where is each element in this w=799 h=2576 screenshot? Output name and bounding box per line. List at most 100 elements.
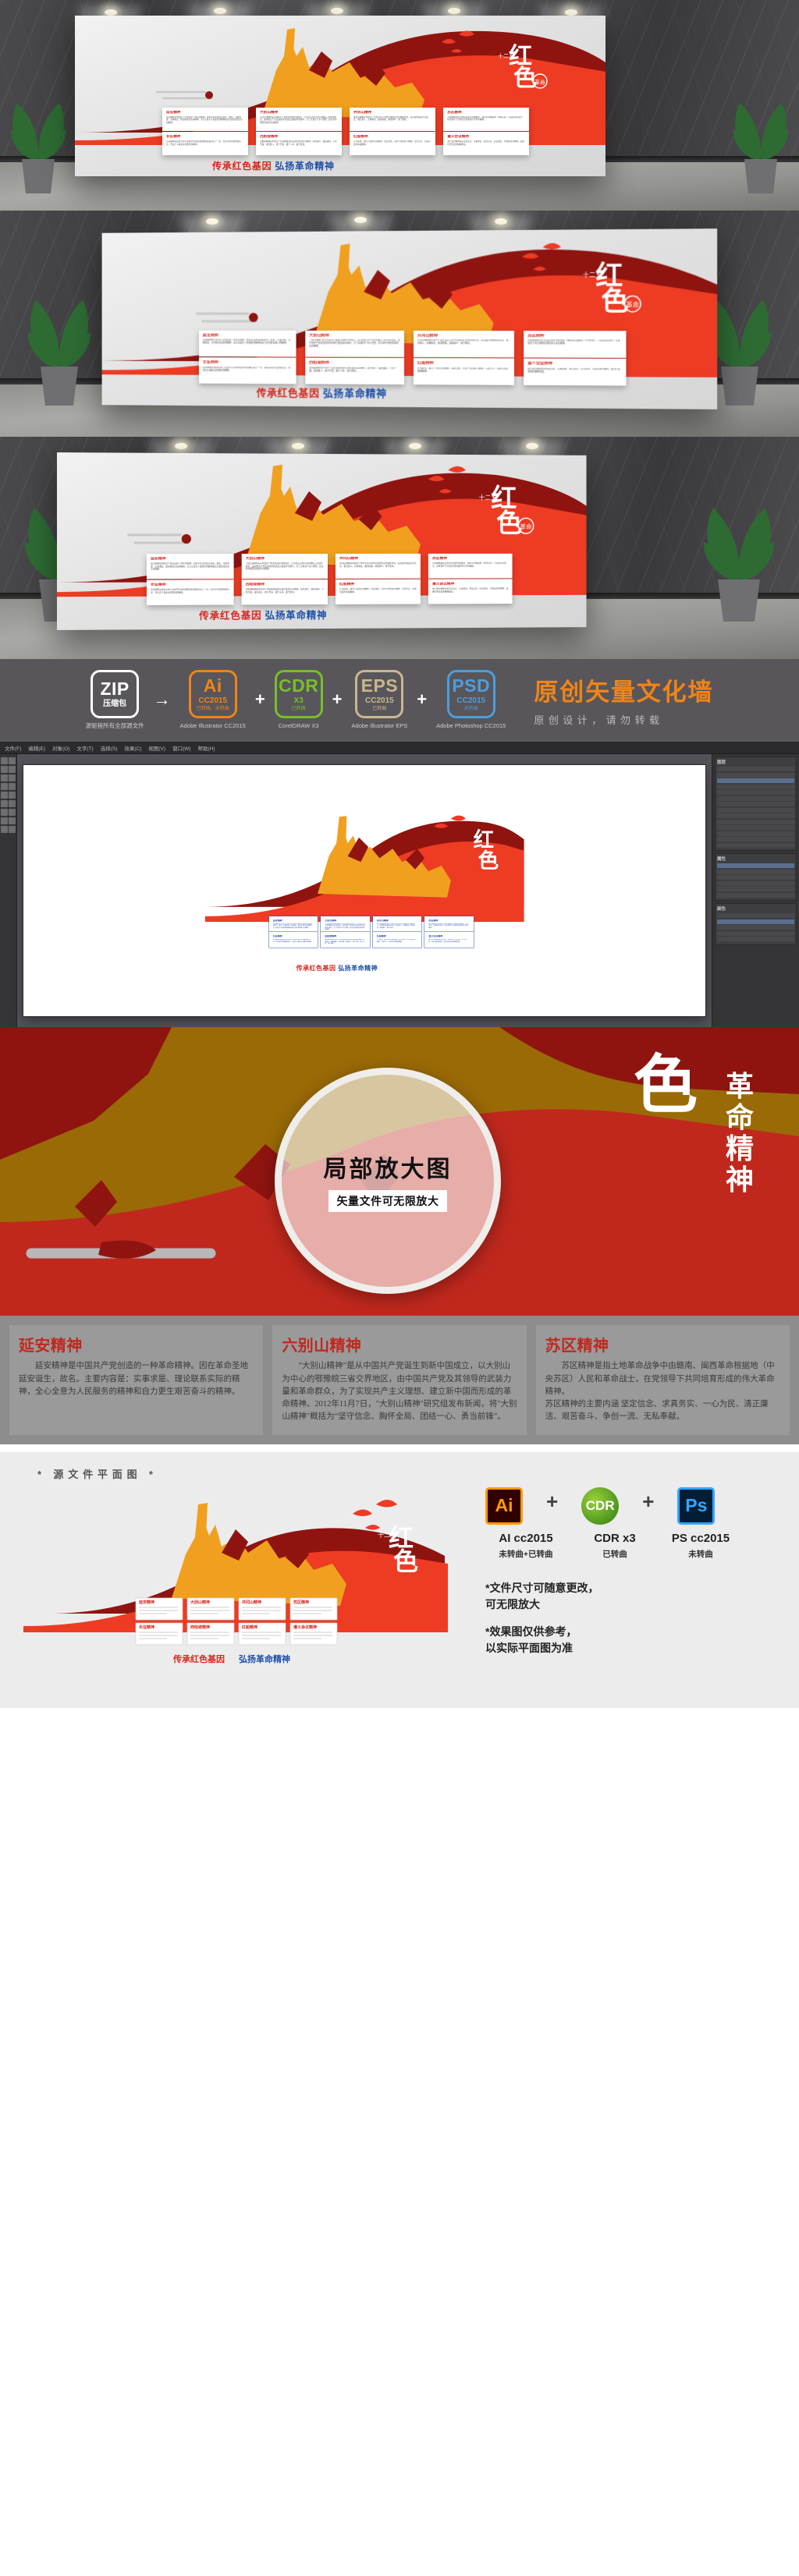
menu-item[interactable]: 编辑(E)	[28, 744, 45, 752]
info-card-body: 长征精神就是把全国人民和中华民族的根本利益看得高于一切，坚定革命的理想和信念，坚…	[202, 366, 291, 372]
tool-icon[interactable]	[0, 809, 8, 817]
property-row[interactable]	[717, 881, 794, 886]
layer-row[interactable]	[717, 831, 794, 836]
property-row[interactable]	[717, 863, 794, 869]
info-card[interactable]: 苏区精神 苏区精神是指土地革命战争中由赣南、闽西革命根据地（中央苏区）人民和革命战…	[424, 916, 474, 932]
format-badge-zip[interactable]: ZIP 压缩包 源驱程所有全部源文件	[86, 670, 144, 729]
info-card[interactable]: 延安精神 延安精神是中国共产党创造的一种革命精神。因在革命圣地延安诞生，故名。主要…	[146, 554, 234, 579]
info-card[interactable]: 大别山精神 “大别山精神”是从中国共产党诞生到新中国成立，以大别山为中心的鄂豫皖三…	[256, 108, 342, 131]
tool-icon[interactable]	[9, 826, 16, 834]
tool-icon[interactable]	[0, 774, 8, 782]
layer-row[interactable]	[717, 802, 794, 807]
tool-icon[interactable]	[9, 757, 16, 765]
palette-panel[interactable]: 图层 属性 颜色	[712, 754, 799, 1028]
info-card[interactable]: 红船精神 开天辟地、敢为人先的首创精神，坚定理想、百折不挠的奋斗精神，立党为公、忠…	[413, 358, 514, 386]
format-version: CC2015	[456, 696, 486, 705]
menu-item[interactable]: 选择(S)	[101, 744, 118, 752]
info-card[interactable]: 大别山精神 “大别山精神”是从中国共产党诞生到新中国成立，以大别山为中心的鄂豫皖三…	[305, 330, 404, 358]
menu-item[interactable]: 效果(C)	[124, 744, 141, 752]
layer-row[interactable]	[717, 790, 794, 795]
tool-icon[interactable]	[9, 792, 16, 799]
color-palette[interactable]: 颜色	[715, 903, 797, 945]
layer-row[interactable]	[717, 837, 794, 842]
layer-row[interactable]	[717, 813, 794, 819]
tool-icon[interactable]	[0, 792, 8, 799]
info-card[interactable]: 西柏坡精神 西柏坡精神是中国共产党在解放战争后期形成的革命精神，其内涵为：谦虚谨慎…	[321, 932, 370, 948]
info-card[interactable]: 延安精神 延安精神是中国共产党创造的一种革命精神。因在革命圣地延安诞生，故名。主要…	[162, 108, 248, 131]
layer-row[interactable]	[717, 784, 794, 789]
property-row[interactable]	[717, 887, 794, 892]
info-card[interactable]: 井冈山精神 井冈山精神是中国共产党在革命斗争中形成的优良传统和作风，其主要内涵是坚…	[350, 108, 435, 131]
menu-item[interactable]: 帮助(H)	[198, 744, 215, 752]
layer-row[interactable]	[717, 778, 794, 784]
info-card[interactable]: 西柏坡精神 西柏坡精神是中国共产党在解放战争后期形成的革命精神，其内涵为：谦虚谨慎…	[305, 358, 404, 385]
property-row[interactable]	[717, 869, 794, 874]
info-card[interactable]: 延安精神 延安精神是中国共产党创造的一种革命精神。因在革命圣地延安诞生，故名。主要…	[268, 916, 318, 932]
layer-row[interactable]	[717, 772, 794, 778]
footer-section: * 源文件平面图 * 红 色 十二五 延安精神 大别山精神 井冈山精神 苏区精神…	[0, 1451, 799, 1708]
properties-palette[interactable]: 属性	[715, 853, 797, 902]
layer-row[interactable]	[717, 825, 794, 831]
info-card[interactable]: 大别山精神 “大别山精神”是从中国共产党诞生到新中国成立，以大别山为中心的鄂豫皖三…	[321, 916, 370, 932]
tool-icon[interactable]	[0, 783, 8, 791]
info-card[interactable]: 长征精神 长征精神就是把全国人民和中华民族的根本利益看得高于一切，坚定革命的理想和…	[199, 357, 297, 384]
info-card[interactable]: 大别山精神 “大别山精神”是从中国共产党诞生到新中国成立，以大别山为中心的鄂豫皖三…	[241, 553, 328, 579]
layer-row[interactable]	[717, 767, 794, 772]
color-row[interactable]	[717, 937, 794, 942]
menu-item[interactable]: 视图(V)	[148, 744, 165, 752]
info-card[interactable]: 井冈山精神 井冈山精神是中国共产党在革命斗争中形成的优良传统和作风，其主要内涵是坚…	[336, 553, 421, 579]
info-card[interactable]: 红船精神 开天辟地、敢为人先的首创精神，坚定理想、百折不挠的奋斗精神，立党为公、忠…	[372, 932, 422, 948]
info-card[interactable]: 井冈山精神 井冈山精神是中国共产党在革命斗争中形成的优良传统和作风，其主要内涵是坚…	[372, 916, 422, 932]
layer-row[interactable]	[717, 795, 794, 801]
layers-palette[interactable]: 图层	[715, 757, 797, 852]
tool-icon[interactable]	[9, 800, 16, 808]
tool-icon[interactable]	[0, 757, 8, 765]
tool-icon[interactable]	[9, 783, 16, 791]
color-row[interactable]	[717, 930, 794, 936]
format-badge-psd[interactable]: PSD CC2015 未转曲 Adobe Photoshop CC2015	[436, 670, 506, 729]
info-card[interactable]: 遵义会议精神 遵义会议精神就是坚定信念、实事求是、独立自主、民主团结、务求必胜的精…	[524, 358, 627, 387]
layer-row[interactable]	[717, 807, 794, 813]
format-badge-ai[interactable]: Ai CC2015 已转曲、未转曲 Adobe Illustrator CC20…	[180, 670, 246, 729]
property-row[interactable]	[717, 875, 794, 881]
info-card[interactable]: 遵义会议精神 遵义会议精神就是坚定信念、实事求是、独立自主、民主团结、务求必胜的精…	[428, 579, 513, 604]
tool-icon[interactable]	[9, 817, 16, 825]
info-card[interactable]: 西柏坡精神 西柏坡精神是中国共产党在解放战争后期形成的革命精神，其内涵为：谦虚谨慎…	[256, 132, 342, 156]
property-row[interactable]	[717, 892, 794, 898]
color-row[interactable]	[717, 919, 794, 924]
color-row[interactable]	[717, 913, 794, 919]
tool-icon[interactable]	[9, 809, 16, 817]
info-card[interactable]: 西柏坡精神 西柏坡精神是中国共产党在解放战争后期形成的革命精神，其内涵为：谦虚谨慎…	[241, 579, 328, 605]
canvas-area[interactable]: 红 色 延安精神 延安精神是中国共产党创造的一种革命精神。因在革命圣地延安诞生，故…	[17, 754, 712, 1028]
tool-icon[interactable]	[0, 800, 8, 808]
tool-icon[interactable]	[0, 826, 8, 834]
format-badge-eps[interactable]: EPS CC2015 已转曲 Adobe Illustrator EPS	[352, 670, 407, 729]
layer-row[interactable]	[717, 842, 794, 848]
info-card[interactable]: 苏区精神 苏区精神是指土地革命战争中由赣南、闽西革命根据地（中央苏区）人民和革命战…	[524, 331, 627, 358]
info-card[interactable]: 遵义会议精神 遵义会议精神就是坚定信念、实事求是、独立自主、民主团结、务求必胜的精…	[424, 932, 474, 948]
tool-icon[interactable]	[0, 817, 8, 825]
info-card[interactable]: 苏区精神 苏区精神是指土地革命战争中由赣南、闽西革命根据地（中央苏区）人民和革命战…	[443, 108, 529, 131]
menu-item[interactable]: 对象(O)	[52, 744, 69, 752]
info-card[interactable]: 长征精神 长征精神就是把全国人民和中华民族的根本利益看得高于一切，坚定革命的理想和…	[162, 132, 248, 156]
artboard[interactable]: 红 色 延安精神 延安精神是中国共产党创造的一种革命精神。因在革命圣地延安诞生，故…	[23, 765, 705, 1017]
menu-item[interactable]: 文件(F)	[5, 744, 21, 752]
info-card[interactable]: 遵义会议精神 遵义会议精神就是坚定信念、实事求是、独立自主、民主团结、务求必胜的精…	[443, 132, 529, 156]
info-card[interactable]: 红船精神 开天辟地、敢为人先的首创精神，坚定理想、百折不挠的奋斗精神，立党为公、忠…	[336, 579, 421, 605]
info-card[interactable]: 延安精神 延安精神是中国共产党创造的一种革命精神。因在革命圣地延安诞生，故名。主要…	[199, 330, 297, 357]
layer-row[interactable]	[717, 819, 794, 824]
format-version: 压缩包	[103, 700, 127, 708]
info-card[interactable]: 苏区精神 苏区精神是指土地革命战争中由赣南、闽西革命根据地（中央苏区）人民和革命战…	[428, 553, 513, 579]
tool-icon[interactable]	[0, 766, 8, 774]
tool-panel[interactable]	[0, 754, 17, 1028]
info-card[interactable]: 长征精神 长征精神就是把全国人民和中华民族的根本利益看得高于一切，坚定革命的理想和…	[146, 579, 234, 606]
menu-item[interactable]: 文字(T)	[76, 744, 93, 752]
tool-icon[interactable]	[9, 774, 16, 782]
info-card[interactable]: 井冈山精神 井冈山精神是中国共产党在革命斗争中形成的优良传统和作风，其主要内涵是坚…	[413, 331, 514, 358]
color-row[interactable]	[717, 925, 794, 930]
info-card[interactable]: 红船精神 开天辟地、敢为人先的首创精神，坚定理想、百折不挠的奋斗精神，立党为公、忠…	[350, 132, 435, 156]
info-card[interactable]: 长征精神 长征精神就是把全国人民和中华民族的根本利益看得高于一切，坚定革命的理想和…	[268, 932, 318, 948]
tool-icon[interactable]	[9, 766, 16, 774]
menu-item[interactable]: 窗口(W)	[172, 744, 190, 752]
format-badge-cdr[interactable]: CDR X3 已转曲 CorelDRAW X3	[274, 670, 323, 729]
